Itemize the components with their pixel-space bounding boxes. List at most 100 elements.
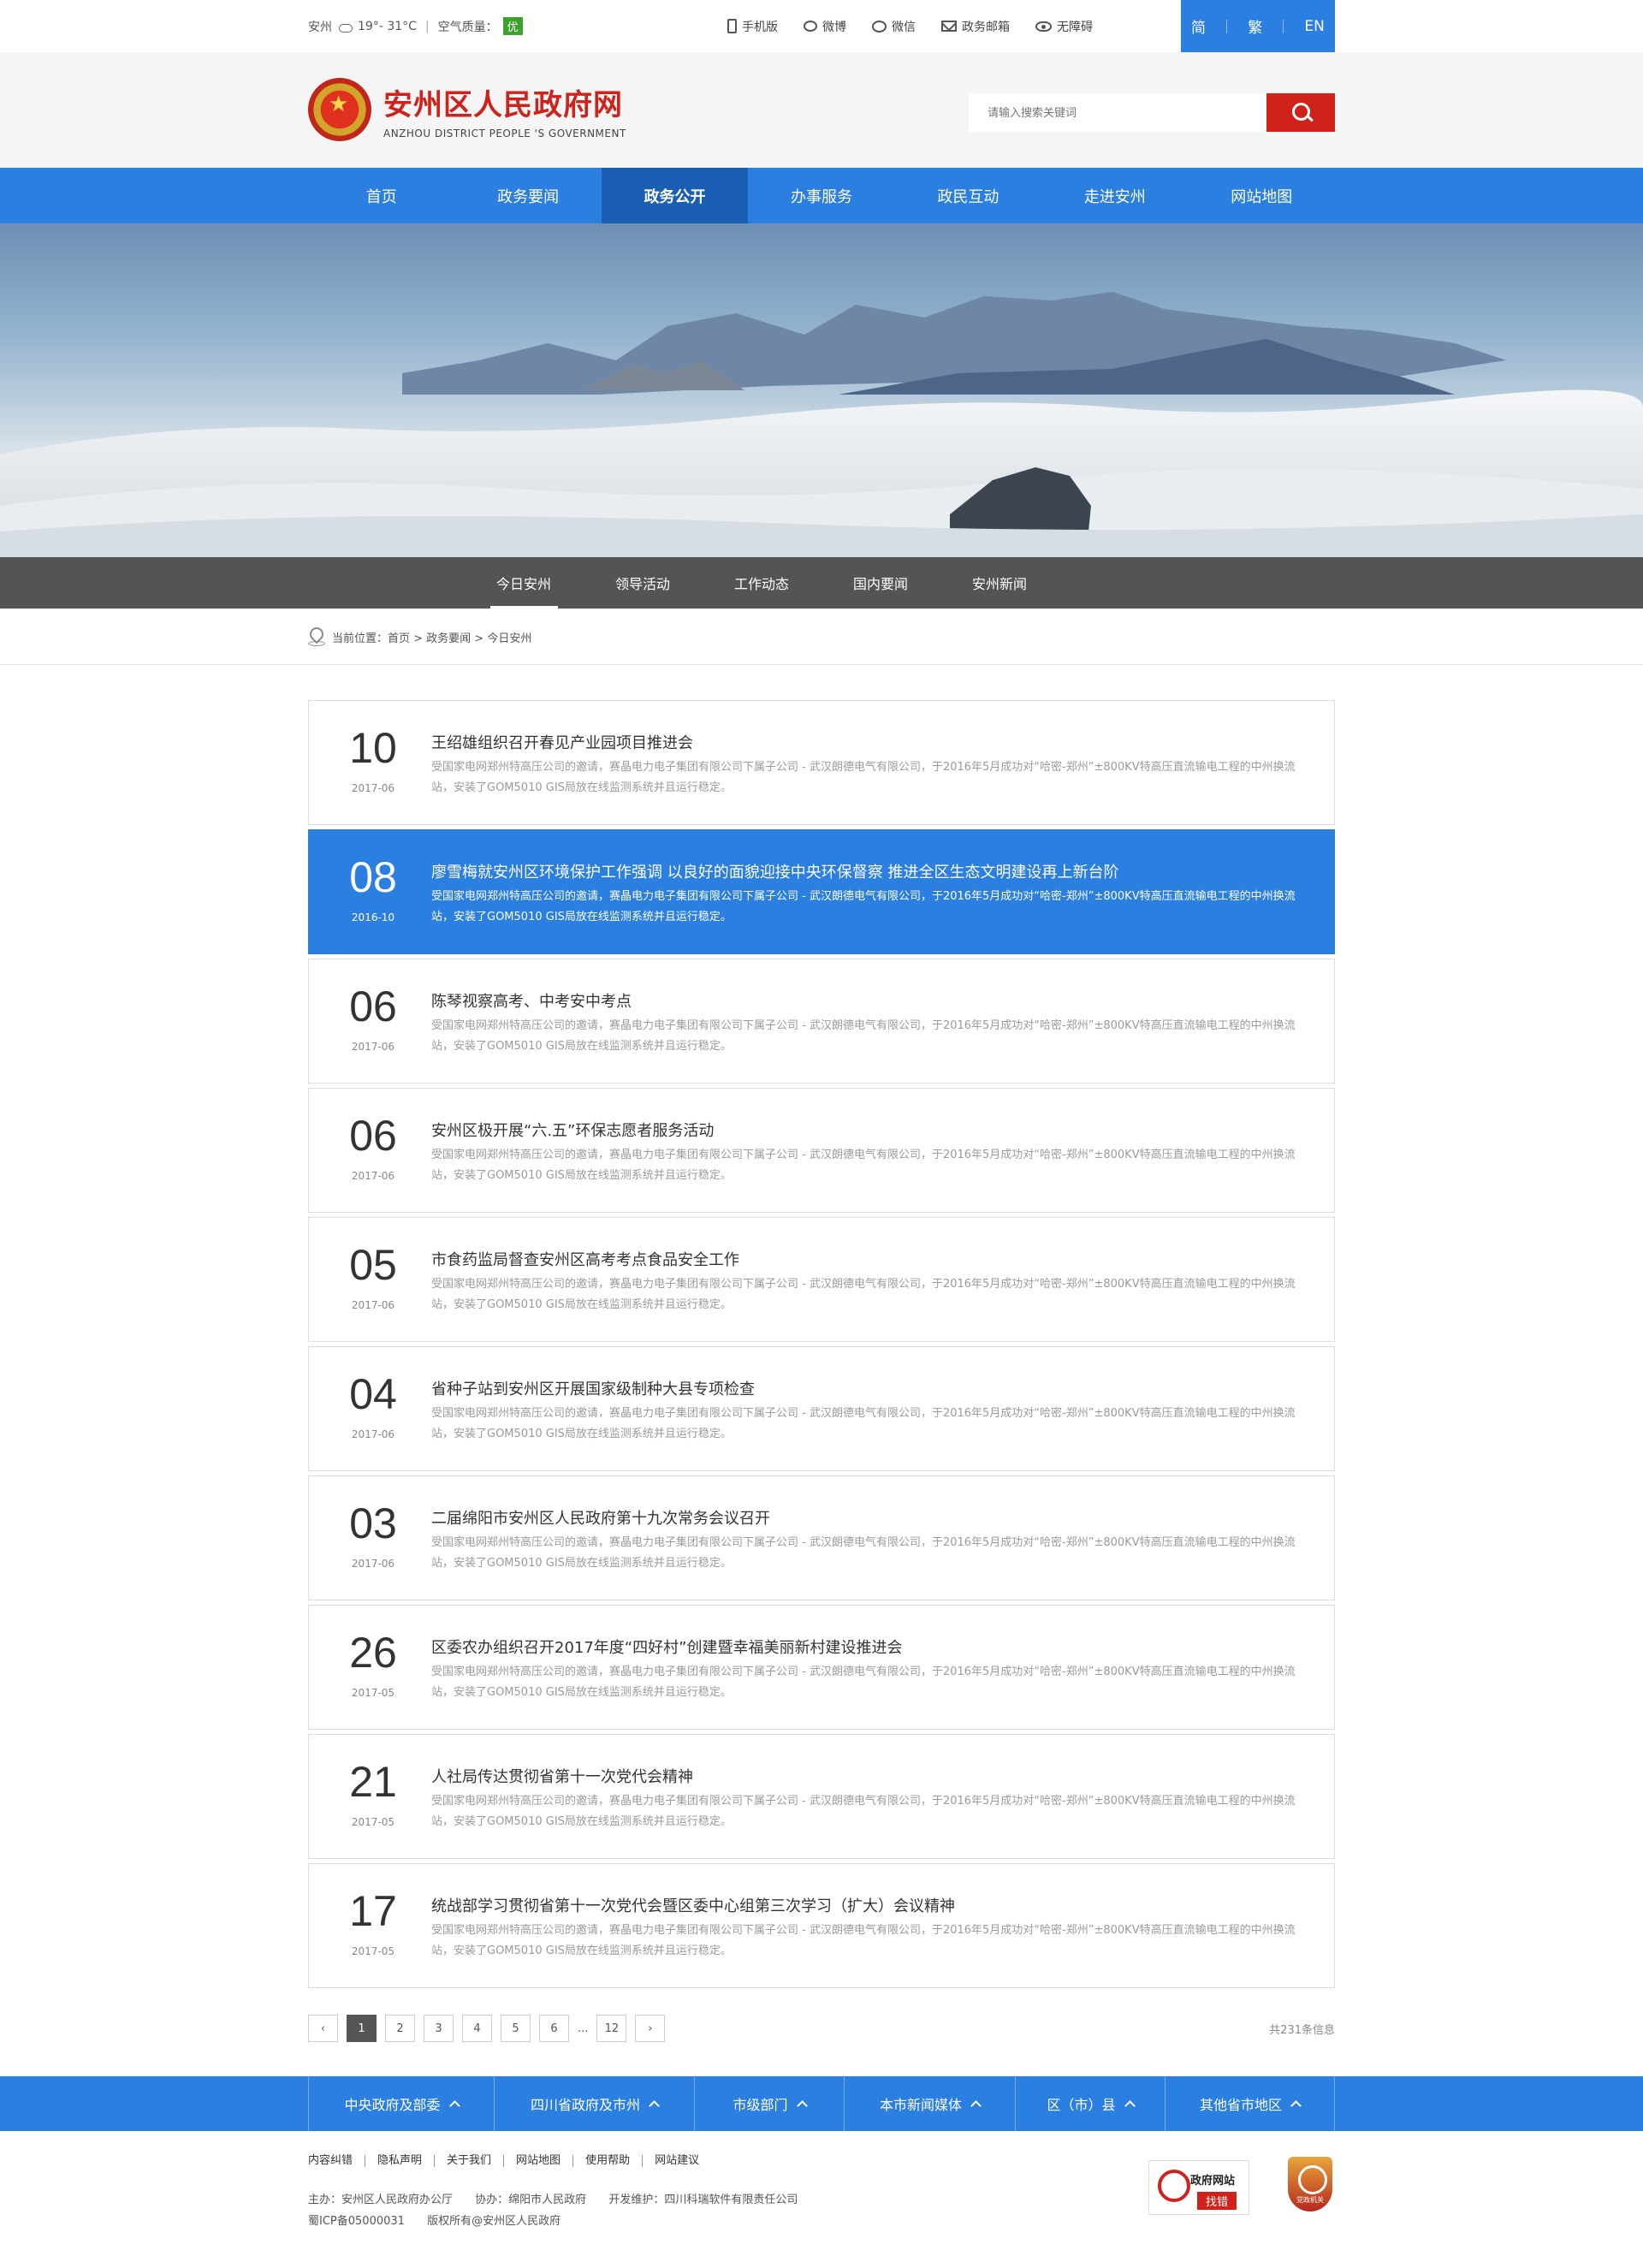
footer-info: 主办：安州区人民政府办公厅 协办：绵阳市人民政府 开发维护：四川科瑞软件有限责任… — [308, 2189, 816, 2232]
lang-traditional[interactable]: 繁 — [1248, 15, 1262, 37]
search-input[interactable] — [969, 93, 1266, 132]
news-month: 2017-06 — [351, 782, 395, 794]
nav-about[interactable]: 走进安州 — [1041, 168, 1188, 223]
news-month: 2017-05 — [351, 1945, 395, 1957]
nav-services[interactable]: 办事服务 — [748, 168, 894, 223]
link-dropdown-province[interactable]: 四川省政府及市州 — [495, 2076, 695, 2131]
magnifier-icon — [1158, 2170, 1190, 2202]
cloud-icon — [337, 21, 353, 33]
host-info: 主办：安州区人民政府办公厅 — [308, 2194, 454, 2206]
mail-icon — [941, 21, 957, 32]
page-button-last[interactable]: 12 — [596, 2015, 627, 2042]
temperature: 19°- 31°C — [358, 19, 417, 33]
page-button-6[interactable]: 6 — [539, 2015, 569, 2042]
news-title[interactable]: 市食药监局督查安州区高考考点食品安全工作 — [431, 1248, 739, 1270]
news-item[interactable]: 04 2017-06 省种子站到安州区开展国家级制种大县专项检查 受国家电网郑州… — [308, 1346, 1335, 1471]
search-button[interactable] — [1266, 93, 1335, 132]
accessibility-link[interactable]: 无障碍 — [1035, 18, 1093, 35]
lang-simplified[interactable]: 简 — [1191, 15, 1206, 37]
news-title[interactable]: 人社局传达贯彻省第十一次党代会精神 — [431, 1765, 693, 1787]
weibo-icon — [804, 21, 817, 32]
news-title[interactable]: 区委农办组织召开2017年度“四好村”创建暨幸福美丽新村建设推进会 — [431, 1636, 902, 1658]
national-emblem-icon — [308, 78, 371, 141]
news-item[interactable]: 17 2017-05 统战部学习贯彻省第十一次党代会暨区委中心组第三次学习（扩大… — [308, 1863, 1335, 1988]
breadcrumb[interactable]: 当前位置：首页 > 政务要闻 > 今日安州 — [332, 629, 531, 645]
link-dropdown-city-dept[interactable]: 市级部门 — [695, 2076, 845, 2131]
news-item[interactable]: 05 2017-06 市食药监局督查安州区高考考点食品安全工作 受国家电网郑州特… — [308, 1217, 1335, 1342]
prev-page-button[interactable]: ‹ — [308, 2015, 338, 2042]
news-item-active[interactable]: 08 2016-10 廖雪梅就安州区环境保护工作强调 以良好的面貌迎接中央环保督… — [308, 829, 1335, 954]
news-item[interactable]: 06 2017-06 陈琴视察高考、中考安中考点 受国家电网郑州特高压公司的邀请… — [308, 959, 1335, 1084]
gov-site-error-report-badge[interactable]: 政府网站 找错 — [1148, 2160, 1249, 2215]
news-item[interactable]: 26 2017-05 区委农办组织召开2017年度“四好村”创建暨幸福美丽新村建… — [308, 1605, 1335, 1730]
news-item[interactable]: 10 2017-06 王绍雄组织召开春见产业园项目推进会 受国家电网郑州特高压公… — [308, 700, 1335, 825]
site-footer: 内容纠错 隐私声明 关于我们 网站地图 使用帮助 网站建议 主办：安州区人民政府… — [0, 2131, 1643, 2268]
chevron-up-icon — [970, 2100, 982, 2111]
related-links-bar: 中央政府及部委 四川省政府及市州 市级部门 本市新闻媒体 区（市）县 其他省市地… — [0, 2076, 1643, 2131]
lang-english[interactable]: EN — [1304, 18, 1324, 35]
nav-home[interactable]: 首页 — [308, 168, 454, 223]
mail-link[interactable]: 政务邮箱 — [941, 18, 1010, 35]
site-title[interactable]: 安州区人民政府网 — [383, 81, 623, 123]
news-item[interactable]: 06 2017-06 安州区极开展“六.五”环保志愿者服务活动 受国家电网郑州特… — [308, 1088, 1335, 1213]
news-title[interactable]: 王绍雄组织召开春见产业园项目推进会 — [431, 731, 693, 753]
news-title[interactable]: 统战部学习贯彻省第十一次党代会暨区委中心组第三次学习（扩大）会议精神 — [431, 1894, 955, 1916]
wechat-link[interactable]: 微信 — [872, 18, 916, 35]
search-box — [969, 93, 1335, 132]
eye-icon — [1035, 21, 1052, 32]
link-dropdown-other[interactable]: 其他省市地区 — [1166, 2076, 1335, 2131]
wechat-icon — [872, 20, 887, 33]
news-item[interactable]: 21 2017-05 人社局传达贯彻省第十一次党代会精神 受国家电网郑州特高压公… — [308, 1734, 1335, 1859]
footer-link-correction[interactable]: 内容纠错 — [308, 2155, 366, 2167]
subnav-today-anzhou[interactable]: 今日安州 — [465, 557, 584, 609]
news-month: 2017-05 — [351, 1687, 395, 1699]
news-title[interactable]: 安州区极开展“六.五”环保志愿者服务活动 — [431, 1119, 714, 1141]
footer-link-about[interactable]: 关于我们 — [435, 2155, 505, 2167]
total-count: 共231条信息 — [1269, 2023, 1335, 2037]
nav-news[interactable]: 政务要闻 — [454, 168, 601, 223]
news-item[interactable]: 03 2017-06 二届绵阳市安州区人民政府第十九次常务会议召开 受国家电网郑… — [308, 1475, 1335, 1600]
weather-info: 安州 19°- 31°C | 空气质量： 优 — [308, 17, 523, 35]
developer-info: 开发维护：四川科瑞软件有限责任公司 — [608, 2194, 798, 2206]
nav-sitemap[interactable]: 网站地图 — [1189, 168, 1335, 223]
subnav-leadership[interactable]: 领导活动 — [584, 557, 703, 609]
news-title[interactable]: 二届绵阳市安州区人民政府第十九次常务会议召开 — [431, 1506, 770, 1529]
page-button-3[interactable]: 3 — [424, 2015, 454, 2042]
chevron-up-icon — [649, 2100, 660, 2111]
divider — [1226, 19, 1228, 33]
news-day: 21 — [349, 1758, 397, 1806]
footer-link-help[interactable]: 使用帮助 — [573, 2155, 644, 2167]
link-dropdown-media[interactable]: 本市新闻媒体 — [845, 2076, 1016, 2131]
news-title[interactable]: 陈琴视察高考、中考安中考点 — [431, 989, 632, 1012]
next-page-button[interactable]: › — [635, 2015, 666, 2042]
party-gov-agency-badge[interactable]: 党政机关 — [1288, 2157, 1332, 2212]
news-title[interactable]: 廖雪梅就安州区环境保护工作强调 以良好的面貌迎接中央环保督察 推进全区生态文明建… — [431, 860, 1118, 882]
footer-link-sitemap[interactable]: 网站地图 — [504, 2155, 574, 2167]
news-day: 03 — [349, 1499, 397, 1547]
page-button-4[interactable]: 4 — [462, 2015, 492, 2042]
news-day: 10 — [349, 724, 397, 772]
news-title[interactable]: 省种子站到安州区开展国家级制种大县专项检查 — [431, 1377, 755, 1399]
copyright: 版权所有@安州区人民政府 — [427, 2215, 561, 2228]
news-month: 2017-06 — [351, 1299, 395, 1311]
link-dropdown-county[interactable]: 区（市）县 — [1016, 2076, 1166, 2131]
news-summary: 受国家电网郑州特高压公司的邀请，赛晶电力电子集团有限公司下属子公司 - 武汉朗德… — [431, 1795, 1296, 1828]
sub-nav: 今日安州 领导活动 工作动态 国内要闻 安州新闻 — [0, 557, 1643, 609]
page-button-1[interactable]: 1 — [347, 2015, 377, 2042]
weibo-link[interactable]: 微博 — [804, 18, 846, 35]
link-dropdown-central[interactable]: 中央政府及部委 — [308, 2076, 495, 2131]
mobile-link[interactable]: 手机版 — [727, 18, 778, 35]
footer-link-suggestion[interactable]: 网站建议 — [643, 2155, 711, 2167]
subnav-domestic-news[interactable]: 国内要闻 — [822, 557, 940, 609]
nav-open-gov[interactable]: 政务公开 — [601, 168, 749, 223]
chevron-up-icon — [448, 2100, 460, 2111]
footer-link-privacy[interactable]: 隐私声明 — [365, 2155, 436, 2167]
nav-interaction[interactable]: 政民互动 — [895, 168, 1041, 223]
page-button-2[interactable]: 2 — [385, 2015, 415, 2042]
subnav-work-updates[interactable]: 工作动态 — [703, 557, 822, 609]
breadcrumb-bar: 当前位置：首页 > 政务要闻 > 今日安州 — [0, 609, 1643, 665]
news-day: 06 — [349, 983, 397, 1030]
page-button-5[interactable]: 5 — [501, 2015, 531, 2042]
language-switcher: 简 繁 EN — [1181, 0, 1335, 52]
subnav-anzhou-news[interactable]: 安州新闻 — [940, 557, 1059, 609]
